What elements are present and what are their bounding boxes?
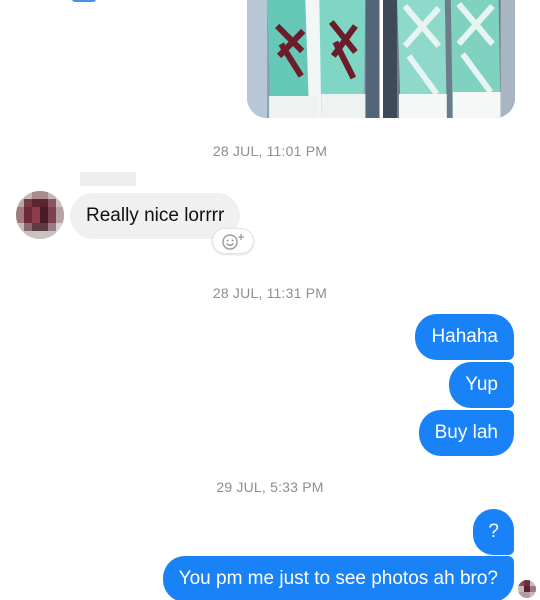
seen-avatar	[518, 580, 536, 598]
attachment-icon[interactable]	[72, 0, 96, 2]
outgoing-message[interactable]: Buy lah	[418, 410, 514, 456]
message-thread: 28 JUL, 11:01 PM Really nice lorrrr 28 J…	[0, 0, 540, 600]
shared-photo-2[interactable]	[382, 0, 515, 118]
pixelated-avatar[interactable]	[16, 191, 64, 239]
outgoing-message[interactable]: Yup	[449, 362, 514, 408]
outgoing-message[interactable]: ?	[473, 509, 514, 555]
shared-photo-1[interactable]	[247, 0, 380, 118]
outgoing-message[interactable]: Hahaha	[415, 314, 514, 360]
timestamp: 29 JUL, 5:33 PM	[216, 479, 324, 495]
message-text: Yup	[465, 374, 498, 395]
sender-name-redacted	[80, 172, 136, 186]
message-text: Really nice lorrrr	[86, 205, 225, 226]
add-reaction-button[interactable]	[212, 228, 254, 254]
message-text: Hahaha	[431, 326, 498, 347]
message-text: Buy lah	[434, 422, 498, 443]
outgoing-message[interactable]: You pm me just to see photos ah bro?	[162, 556, 514, 600]
message-text: You pm me just to see photos ah bro?	[178, 568, 498, 589]
add-reaction-icon	[222, 234, 244, 250]
message-text: ?	[488, 521, 499, 542]
timestamp: 28 JUL, 11:31 PM	[212, 285, 328, 301]
shared-photo-grid	[247, 0, 515, 118]
timestamp: 28 JUL, 11:01 PM	[212, 143, 328, 159]
